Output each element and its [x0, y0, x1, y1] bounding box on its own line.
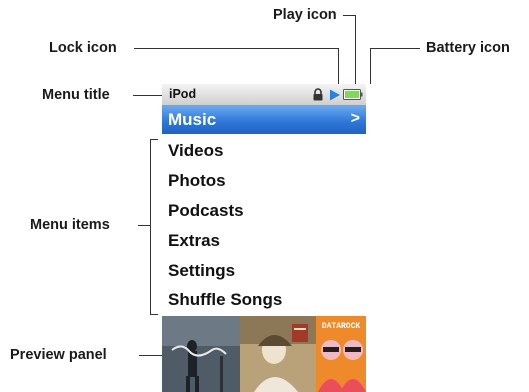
menu-title-leader	[133, 95, 162, 96]
menu-item-videos[interactable]: Videos	[168, 141, 223, 161]
menu-title: iPod	[169, 87, 197, 101]
ipod-screen: iPod Music > Videos Photos Podcasts Extr…	[162, 84, 366, 392]
menu-title-bar: iPod	[162, 84, 366, 106]
preview-panel: DATAROCK	[162, 316, 366, 392]
play-icon-callout: Play icon	[273, 7, 337, 23]
lock-icon-leader-v	[338, 48, 339, 84]
play-icon-leader-v	[355, 15, 356, 84]
menu-items-bracket-v	[150, 139, 151, 315]
battery-icon-leader-v	[370, 48, 371, 84]
menu-items-bracket-top	[150, 139, 158, 140]
chevron-right-icon: >	[350, 110, 360, 127]
menu-items-leader-h	[138, 225, 150, 226]
lock-icon-callout: Lock icon	[49, 40, 117, 56]
menu-items-callout: Menu items	[30, 217, 110, 233]
preview-panel-callout: Preview panel	[10, 347, 107, 363]
preview-album-art-2	[240, 316, 316, 392]
menu-item-podcasts[interactable]: Podcasts	[168, 201, 244, 221]
menu-title-callout: Menu title	[42, 87, 110, 103]
menu-item-music-selected[interactable]: Music >	[162, 106, 366, 134]
menu-item-label: Music	[168, 110, 217, 129]
menu-item-extras[interactable]: Extras	[168, 231, 220, 251]
lock-icon	[313, 88, 323, 101]
preview-album-3-text: DATAROCK	[322, 322, 361, 331]
preview-album-art-3: DATAROCK	[316, 316, 366, 392]
menu-item-shuffle-songs[interactable]: Shuffle Songs	[168, 290, 282, 310]
play-icon	[330, 89, 340, 101]
menu-item-settings[interactable]: Settings	[168, 261, 235, 281]
preview-panel-leader	[139, 355, 162, 356]
preview-album-art-1	[162, 316, 240, 392]
battery-icon-callout: Battery icon	[426, 40, 510, 56]
menu-items-bracket-bottom	[150, 314, 158, 315]
battery-icon	[343, 89, 363, 100]
lock-icon-leader-h	[134, 48, 339, 49]
battery-icon-leader-h	[370, 48, 420, 49]
menu-item-photos[interactable]: Photos	[168, 171, 226, 191]
